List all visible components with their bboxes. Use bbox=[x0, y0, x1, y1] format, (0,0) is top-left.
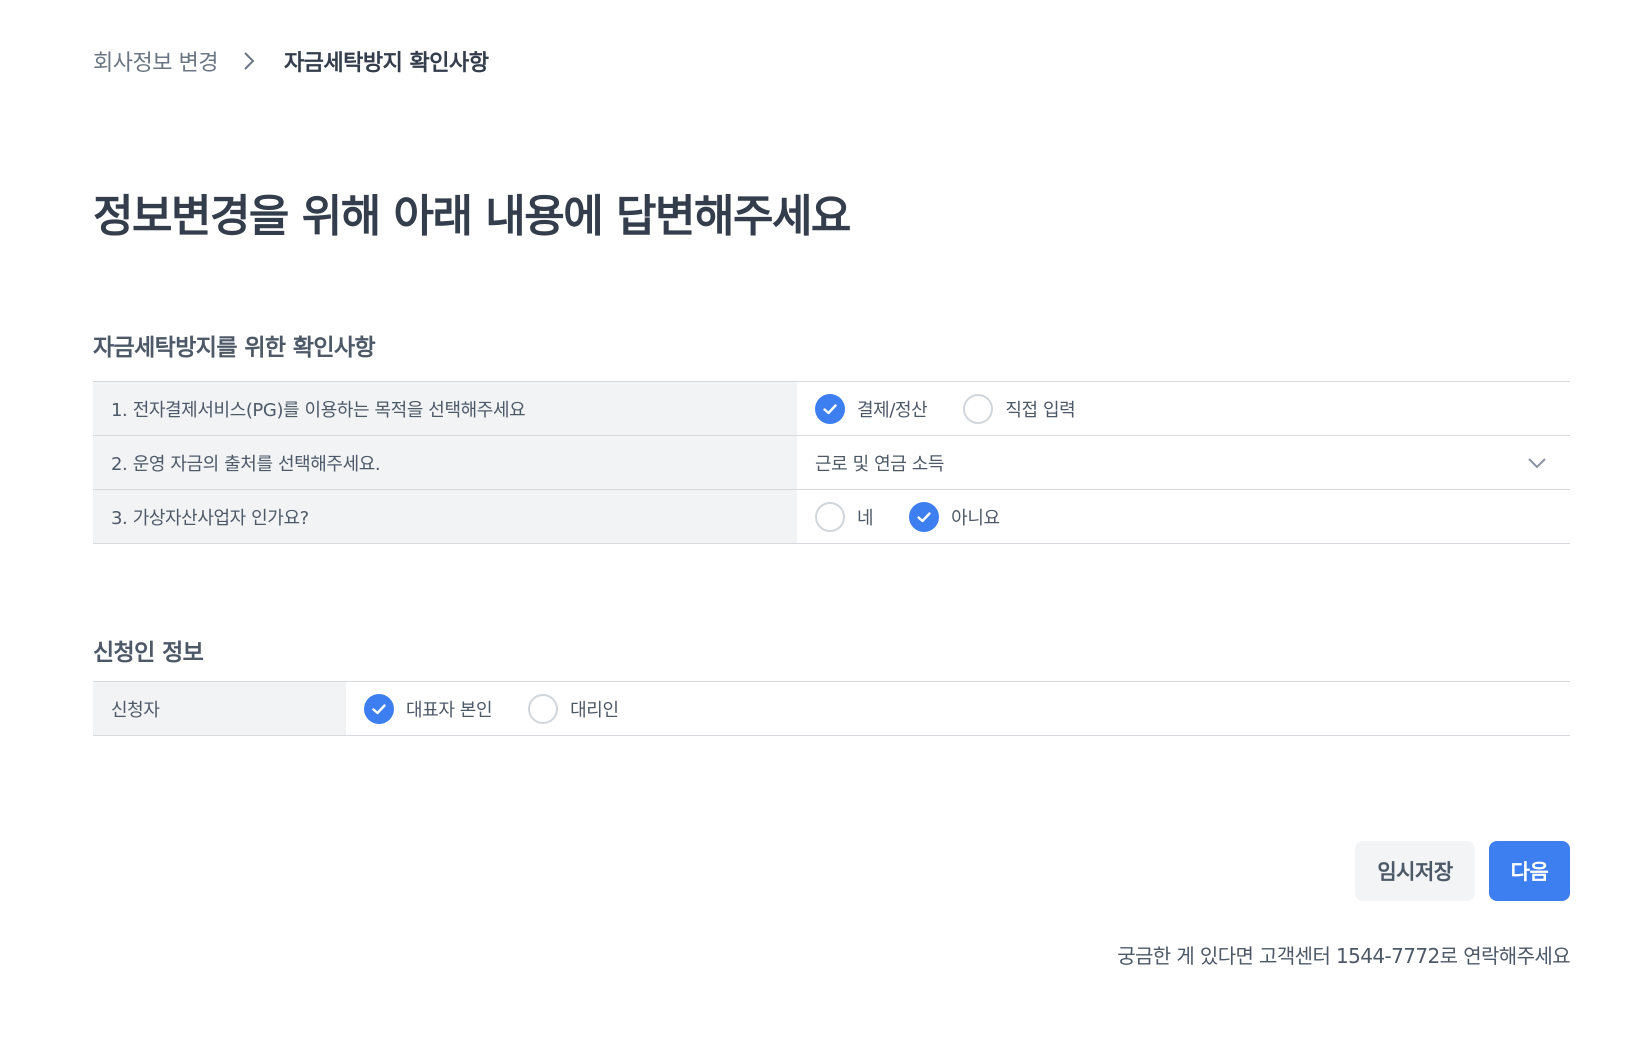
form-row-vasp: 3. 가상자산사업자 인가요? 네 아니요 bbox=[93, 490, 1570, 544]
fund-source-cell: 근로 및 연금 소득 bbox=[797, 436, 1570, 489]
applicant-form-table: 신청자 대표자 본인 대리인 bbox=[93, 681, 1570, 736]
question-label: 2. 운영 자금의 출처를 선택해주세요. bbox=[93, 436, 797, 489]
applicant-options: 대표자 본인 대리인 bbox=[346, 682, 1570, 735]
breadcrumb-current: 자금세탁방지 확인사항 bbox=[283, 51, 489, 76]
radio-label: 직접 입력 bbox=[1005, 399, 1076, 421]
radio-empty-icon bbox=[815, 501, 845, 532]
radio-label: 결제/정산 bbox=[857, 399, 928, 421]
aml-section-title: 자금세탁방지를 위한 확인사항 bbox=[93, 335, 376, 361]
question-label: 1. 전자결제서비스(PG)를 이용하는 목적을 선택해주세요 bbox=[93, 382, 797, 435]
check-circle-icon bbox=[815, 393, 845, 424]
chevron-down-icon bbox=[1528, 457, 1546, 468]
radio-label: 아니요 bbox=[951, 507, 1000, 529]
breadcrumb: 회사정보 변경 자금세탁방지 확인사항 bbox=[93, 44, 489, 78]
check-circle-icon bbox=[909, 501, 940, 532]
form-row-pg-purpose: 1. 전자결제서비스(PG)를 이용하는 목적을 선택해주세요 결제/정산 직접… bbox=[93, 382, 1570, 436]
radio-representative[interactable]: 대표자 본인 bbox=[364, 693, 493, 724]
form-row-fund-source: 2. 운영 자금의 출처를 선택해주세요. 근로 및 연금 소득 bbox=[93, 436, 1570, 490]
next-button[interactable]: 다음 bbox=[1489, 841, 1570, 901]
applicant-section-title: 신청인 정보 bbox=[93, 640, 204, 666]
radio-empty-icon bbox=[528, 693, 559, 724]
radio-label: 대표자 본인 bbox=[406, 699, 493, 721]
question-label: 3. 가상자산사업자 인가요? bbox=[93, 490, 797, 543]
radio-yes[interactable]: 네 bbox=[815, 501, 874, 532]
radio-agent[interactable]: 대리인 bbox=[528, 693, 619, 724]
pg-purpose-options: 결제/정산 직접 입력 bbox=[797, 382, 1570, 435]
vasp-options: 네 아니요 bbox=[797, 490, 1570, 543]
fund-source-select[interactable]: 근로 및 연금 소득 bbox=[815, 436, 1570, 489]
page-title: 정보변경을 위해 아래 내용에 답변해주세요 bbox=[93, 191, 851, 242]
radio-payment-settlement[interactable]: 결제/정산 bbox=[815, 393, 928, 424]
form-row-applicant: 신청자 대표자 본인 대리인 bbox=[93, 682, 1570, 736]
radio-no[interactable]: 아니요 bbox=[909, 501, 1000, 532]
aml-form-table: 1. 전자결제서비스(PG)를 이용하는 목적을 선택해주세요 결제/정산 직접… bbox=[93, 381, 1570, 544]
radio-direct-input[interactable]: 직접 입력 bbox=[963, 393, 1076, 424]
applicant-label: 신청자 bbox=[93, 682, 346, 735]
radio-label: 대리인 bbox=[570, 699, 619, 721]
select-value: 근로 및 연금 소득 bbox=[815, 453, 945, 475]
check-circle-icon bbox=[364, 693, 394, 724]
chevron-right-icon bbox=[238, 50, 260, 72]
radio-empty-icon bbox=[963, 393, 994, 424]
radio-label: 네 bbox=[857, 507, 874, 529]
help-text: 궁금한 게 있다면 고객센터 1544-7772로 연락해주세요 bbox=[1117, 944, 1570, 968]
breadcrumb-parent-link[interactable]: 회사정보 변경 bbox=[93, 45, 218, 77]
temp-save-button[interactable]: 임시저장 bbox=[1355, 841, 1475, 901]
